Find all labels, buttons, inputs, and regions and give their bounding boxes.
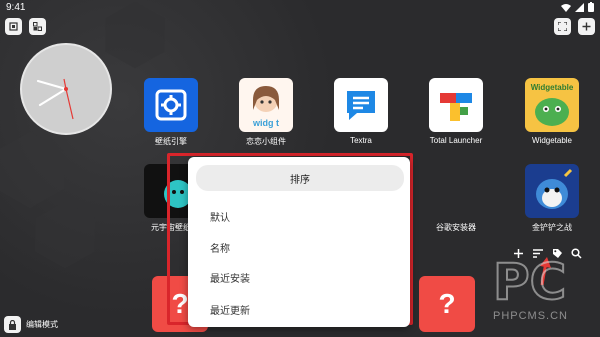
- app-textra[interactable]: Textra: [321, 78, 401, 145]
- sort-option-name[interactable]: 名称: [210, 240, 230, 255]
- sort-option-default[interactable]: 默认: [210, 209, 230, 224]
- hexagon-decoration: [35, 201, 95, 269]
- wallpaper-engine-icon: [144, 78, 198, 132]
- app-widgetable[interactable]: Widgetable Widgetable: [512, 78, 592, 145]
- hexagon-decoration: [0, 132, 64, 208]
- widgetable-icon: Widgetable: [525, 78, 579, 132]
- app-total-launcher[interactable]: Total Launcher: [416, 78, 496, 145]
- sort-option-recently-installed[interactable]: 最近安装: [210, 270, 250, 285]
- app-label: Widgetable: [531, 136, 573, 145]
- placeholder-app-right[interactable]: ?: [419, 276, 475, 332]
- app-label: Textra: [350, 136, 372, 145]
- app-label: Total Launcher: [429, 136, 483, 145]
- screenshot-button[interactable]: [5, 18, 22, 35]
- app-label: 谷歌安装器: [436, 223, 476, 232]
- sort-menu: 排序 默认 名称 最近安装 最近更新: [188, 157, 410, 327]
- status-bar: 9:41: [0, 0, 600, 14]
- app-label: 金铲铲之战: [532, 223, 572, 232]
- focus-button[interactable]: [554, 18, 571, 35]
- watermark: PC PHPCMS.CN: [492, 253, 593, 332]
- edit-mode-toggle[interactable]: 编辑模式: [4, 316, 58, 333]
- sort-menu-title[interactable]: 排序: [196, 165, 404, 191]
- frame-icon: [9, 22, 18, 31]
- status-time: 9:41: [6, 1, 26, 13]
- question-icon: ?: [438, 288, 456, 319]
- widget-girl-icon-text: widg t: [253, 118, 279, 128]
- app-wallpaper-engine[interactable]: 壁纸引擎: [131, 78, 211, 147]
- google-installer-icon: [429, 164, 483, 218]
- golden-spatula-icon: [525, 164, 579, 218]
- add-widget-button[interactable]: [578, 18, 595, 35]
- analog-clock-widget[interactable]: [20, 43, 112, 135]
- widgets-icon: [33, 22, 42, 31]
- sort-menu-title-text: 排序: [290, 174, 310, 186]
- watermark-logo: PC: [492, 253, 567, 311]
- signal-icon: [575, 2, 584, 12]
- lock-icon: [4, 316, 21, 333]
- app-google-installer[interactable]: 谷歌安装器: [416, 164, 496, 233]
- target-icon: [558, 22, 567, 31]
- app-label: 恋恋小组件: [246, 137, 286, 146]
- sort-option-recently-updated[interactable]: 最近更新: [210, 302, 250, 317]
- edit-mode-label: 编辑模式: [26, 320, 58, 329]
- widget-girl-icon: widg t: [239, 78, 293, 132]
- textra-icon: [334, 78, 388, 132]
- app-widget-girl[interactable]: widg t 恋恋小组件: [226, 78, 306, 147]
- wifi-icon: [561, 3, 571, 12]
- watermark-site: PHPCMS.CN: [493, 310, 569, 322]
- total-launcher-icon: [429, 78, 483, 132]
- plus-icon: [582, 22, 591, 31]
- clock-face: [36, 78, 74, 120]
- widgetable-icon-text: Widgetable: [530, 83, 574, 92]
- battery-icon: [588, 2, 594, 12]
- app-golden-spatula[interactable]: 金铲铲之战: [512, 164, 592, 233]
- app-label: 壁纸引擎: [155, 137, 187, 146]
- apps-grid-button[interactable]: [29, 18, 46, 35]
